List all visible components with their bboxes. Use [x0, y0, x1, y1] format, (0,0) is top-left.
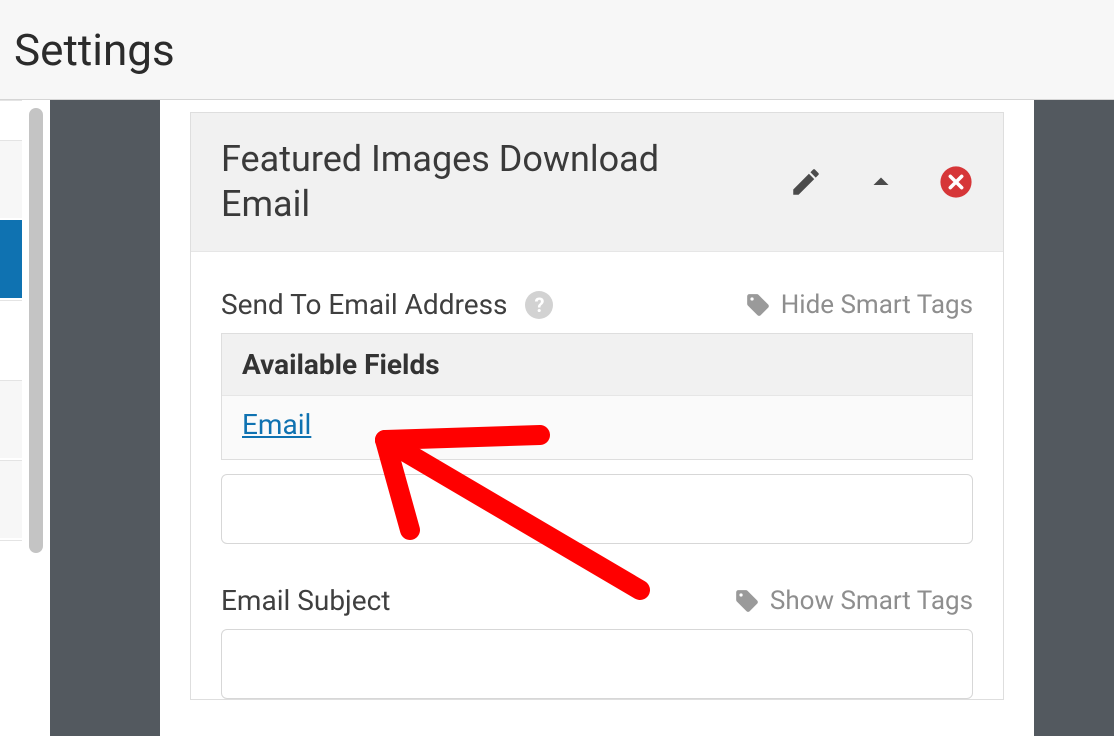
page-title: Settings — [14, 24, 175, 76]
tab-stub[interactable] — [0, 140, 22, 218]
tab-stub-active[interactable] — [0, 220, 22, 298]
smart-tag-email[interactable]: Email — [242, 408, 311, 441]
available-fields-list: Email — [222, 396, 972, 459]
available-fields-heading: Available Fields — [222, 334, 972, 396]
panel-body: Send To Email Address ? Hide Smart Tags … — [191, 252, 1003, 699]
main-area: Featured Images Download Email Send To E… — [0, 100, 1114, 736]
tab-stub[interactable] — [0, 380, 22, 458]
subject-input[interactable] — [221, 629, 973, 699]
send-to-row: Send To Email Address ? Hide Smart Tags — [221, 288, 973, 321]
panel-header: Featured Images Download Email — [191, 113, 1003, 252]
tab-stub[interactable] — [0, 540, 22, 618]
scrollbar-thumb[interactable] — [29, 108, 43, 553]
show-smart-tags-link[interactable]: Show Smart Tags — [734, 586, 973, 616]
available-fields-box: Available Fields Email — [221, 333, 973, 460]
hide-smart-tags-label: Hide Smart Tags — [781, 290, 973, 320]
scrollbar-track[interactable] — [22, 100, 50, 736]
tab-stub[interactable] — [0, 460, 22, 538]
subject-label: Email Subject — [221, 584, 390, 617]
modal-backdrop-left — [50, 100, 160, 736]
help-icon[interactable]: ? — [525, 291, 553, 319]
subject-row: Email Subject Show Smart Tags — [221, 584, 973, 617]
modal-backdrop-right — [1034, 100, 1114, 736]
show-smart-tags-label: Show Smart Tags — [770, 586, 973, 616]
notification-panel-container: Featured Images Download Email Send To E… — [160, 100, 1034, 736]
send-to-label: Send To Email Address — [221, 288, 507, 321]
tag-icon — [745, 292, 771, 318]
hide-smart-tags-link[interactable]: Hide Smart Tags — [745, 290, 973, 320]
settings-tabs-sliver — [0, 100, 22, 736]
panel-actions — [789, 164, 973, 200]
tag-icon — [734, 588, 760, 614]
edit-icon[interactable] — [789, 165, 823, 199]
notification-panel: Featured Images Download Email Send To E… — [190, 112, 1004, 700]
tab-stub[interactable] — [0, 300, 22, 378]
panel-title: Featured Images Download Email — [221, 137, 741, 227]
send-to-input[interactable] — [221, 474, 973, 544]
collapse-icon[interactable] — [863, 164, 899, 200]
delete-icon[interactable] — [939, 165, 973, 199]
page-header: Settings — [0, 0, 1114, 100]
